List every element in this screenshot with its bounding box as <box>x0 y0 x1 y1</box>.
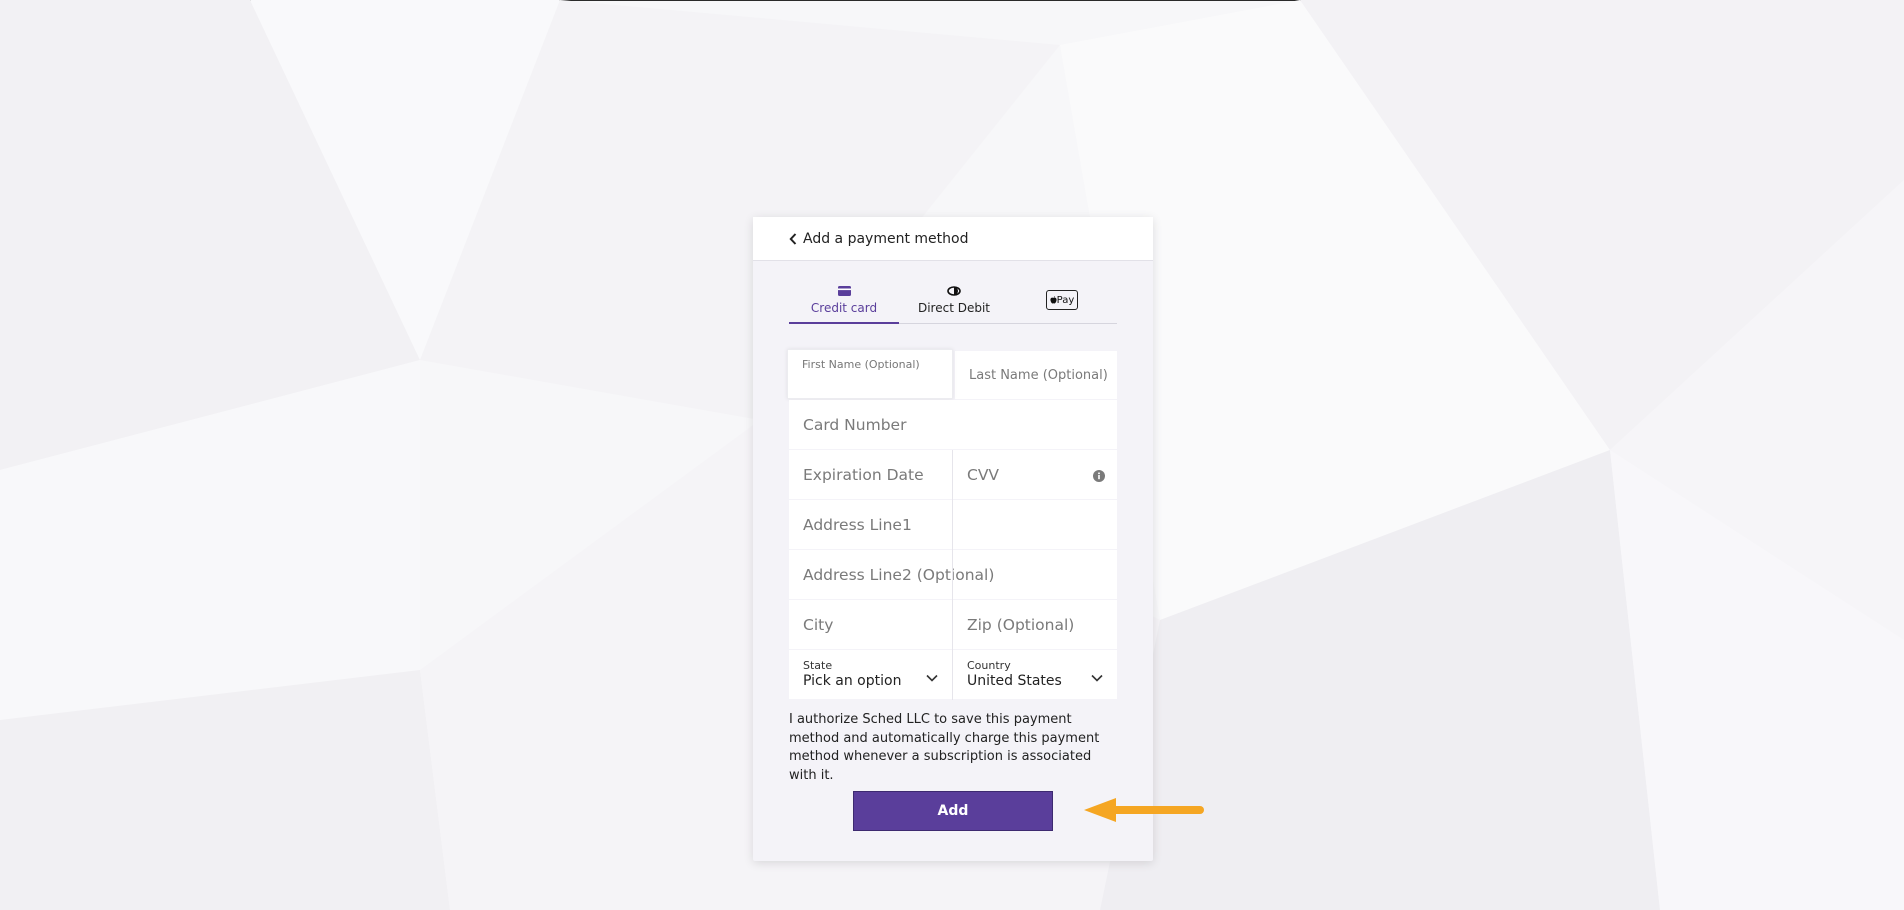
authorization-text: I authorize Sched LLC to save this payme… <box>789 712 1100 783</box>
cvv-placeholder: CVV <box>967 465 1000 484</box>
country-label: Country <box>967 659 1011 672</box>
payment-method-card: Add a payment method Credit card Direct … <box>753 217 1153 861</box>
cvv-input[interactable]: CVV <box>953 450 1117 499</box>
card-header: Add a payment method <box>753 217 1153 261</box>
state-select[interactable]: State Pick an option <box>789 650 952 699</box>
add-button-label: Add <box>937 803 969 819</box>
expiration-date-input[interactable]: Expiration Date <box>789 450 952 499</box>
tab-direct-debit[interactable]: Direct Debit <box>899 283 1009 323</box>
address-line1-placeholder: Address Line1 <box>803 515 912 534</box>
apple-pay-icon: Pay <box>1046 290 1078 310</box>
card-number-placeholder: Card Number <box>803 415 907 434</box>
state-label: State <box>803 659 833 672</box>
arrow-pointer-icon <box>1084 798 1204 822</box>
add-button[interactable]: Add <box>853 791 1053 831</box>
first-name-placeholder: First Name (Optional) <box>802 358 920 371</box>
tab-credit-card[interactable]: Credit card <box>789 283 899 324</box>
back-button[interactable]: Add a payment method <box>789 231 968 247</box>
country-value: United States <box>967 673 1062 689</box>
last-name-placeholder: Last Name (Optional) <box>969 367 1108 383</box>
tab-direct-debit-label: Direct Debit <box>917 301 991 315</box>
apple-pay-label: Pay <box>1056 294 1075 306</box>
field-divider <box>952 450 953 700</box>
country-select[interactable]: Country United States <box>953 650 1117 699</box>
address-line1-input[interactable]: Address Line1 <box>789 500 1117 549</box>
info-icon[interactable] <box>1093 468 1105 486</box>
tab-credit-card-label: Credit card <box>810 301 878 315</box>
chevron-left-icon <box>789 232 797 245</box>
city-input[interactable]: City <box>789 600 952 649</box>
city-placeholder: City <box>803 615 834 634</box>
chevron-down-icon <box>1091 668 1103 686</box>
chevron-down-icon <box>926 668 938 686</box>
first-name-input[interactable]: First Name (Optional) <box>787 349 953 399</box>
state-value: Pick an option <box>803 673 902 689</box>
back-button-label: Add a payment method <box>803 230 969 247</box>
credit-card-icon <box>837 283 851 299</box>
address-line2-placeholder: Address Line2 (Optional) <box>803 565 995 584</box>
address-line2-input[interactable]: Address Line2 (Optional) <box>789 550 1117 599</box>
card-number-input[interactable]: Card Number <box>789 400 1117 449</box>
direct-debit-icon <box>947 283 961 299</box>
last-name-input[interactable]: Last Name (Optional) <box>955 351 1117 399</box>
payment-tabs: Credit card Direct Debit Pay <box>789 283 1117 324</box>
zip-placeholder: Zip (Optional) <box>967 615 1075 634</box>
expiration-date-placeholder: Expiration Date <box>803 465 924 484</box>
tab-apple-pay[interactable]: Pay <box>1045 290 1079 330</box>
zip-input[interactable]: Zip (Optional) <box>953 600 1117 649</box>
